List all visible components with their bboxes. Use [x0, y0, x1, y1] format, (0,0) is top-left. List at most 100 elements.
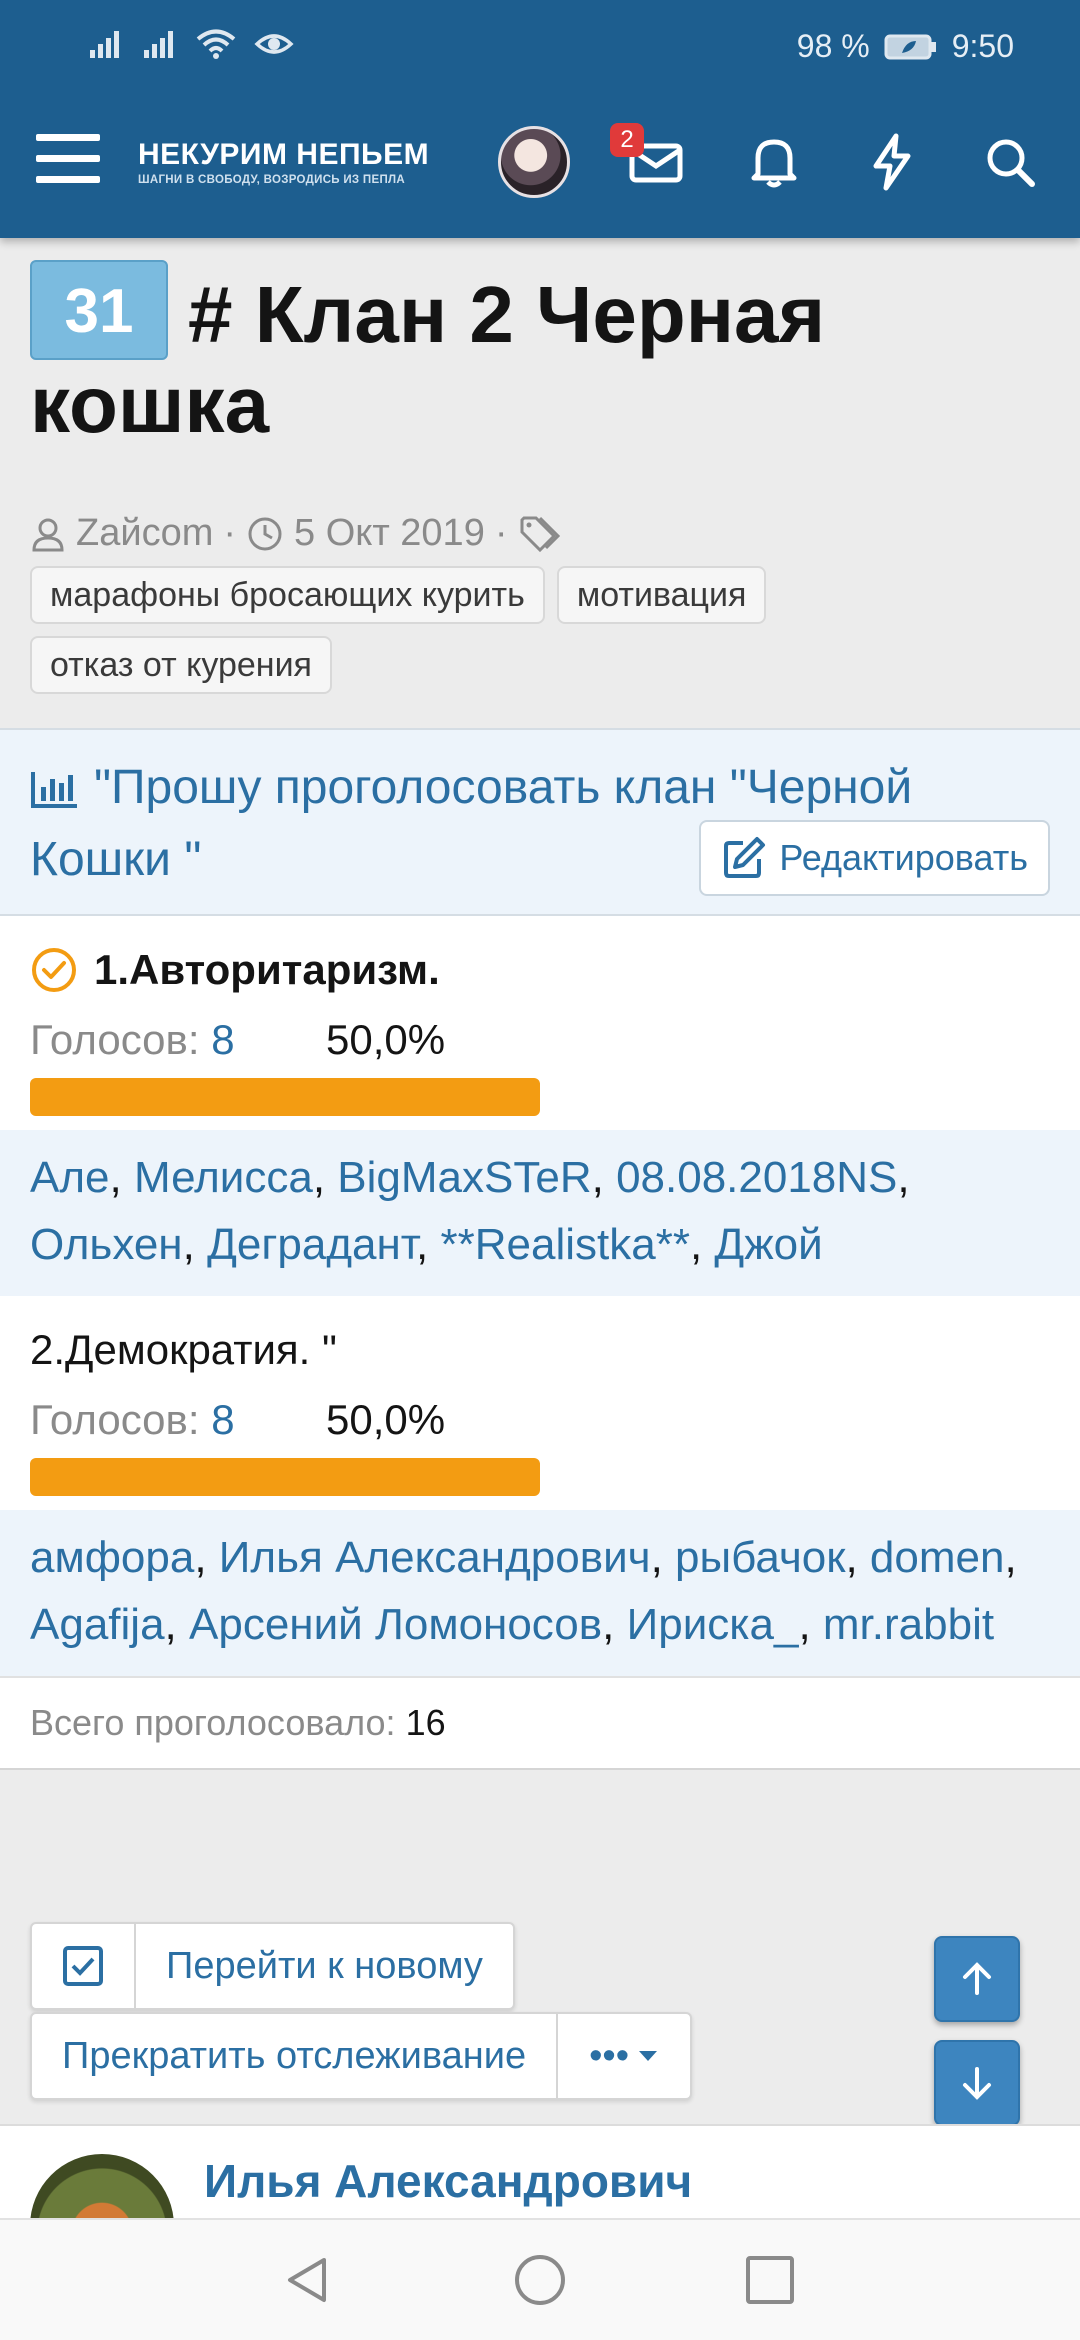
- tag-item[interactable]: марафоны бросающих курить: [30, 566, 545, 624]
- voter-link[interactable]: Мелисса: [134, 1153, 313, 1202]
- edit-poll-button[interactable]: Редактировать: [699, 820, 1050, 896]
- signal-icon: [90, 31, 119, 58]
- voter-link[interactable]: BigMaxSTeR: [337, 1153, 591, 1202]
- vote-bar: [30, 1458, 540, 1496]
- clock-icon: [248, 517, 282, 550]
- status-icons-right: 98 % 9:50: [797, 28, 1014, 65]
- voter-separator: ,: [897, 1153, 910, 1202]
- thread-actions-row2: Прекратить отслеживание •••: [30, 2012, 693, 2100]
- bell-icon[interactable]: [742, 130, 806, 194]
- thread-header: 31 # Клан 2 Черная кошка: [30, 260, 1050, 450]
- go-to-new-button[interactable]: Перейти к новому: [136, 1924, 513, 2008]
- menu-icon[interactable]: [36, 134, 100, 190]
- arrow-down-icon: [963, 2067, 991, 2100]
- unwatch-button[interactable]: Прекратить отслеживание: [32, 2014, 556, 2098]
- scroll-up-button[interactable]: [934, 1936, 1020, 2022]
- edit-icon: [724, 837, 766, 878]
- poll-option-label: 2.Демократия. ": [30, 1326, 337, 1374]
- thread-actions-row1: Перейти к новому: [30, 1922, 515, 2010]
- edit-poll-label: Редактировать: [779, 837, 1028, 878]
- vote-count-link[interactable]: 8: [211, 1016, 234, 1063]
- poll-option-text: 2.Демократия. ": [30, 1326, 337, 1373]
- thread-author[interactable]: Zaйcom: [76, 512, 213, 555]
- voter-link[interactable]: Джой: [714, 1220, 822, 1269]
- voter-link[interactable]: Ириска_: [627, 1600, 799, 1649]
- reply-count-badge: 31: [30, 260, 168, 360]
- poll-option-text: 1.Авторитаризм.: [94, 946, 440, 993]
- caret-down-icon: [639, 2051, 658, 2061]
- tag-list: марафоны бросающих курить мотивация отка…: [30, 566, 1050, 694]
- voter-separator: ,: [650, 1533, 676, 1582]
- thread-title: 31 # Клан 2 Черная кошка: [30, 260, 1050, 450]
- voter-link[interactable]: domen: [870, 1533, 1005, 1582]
- lightning-icon[interactable]: [860, 130, 924, 194]
- select-checkbox[interactable]: [32, 1924, 136, 2008]
- poll-total: Всего проголосовало: 16: [0, 1676, 1080, 1770]
- user-icon: [32, 518, 64, 551]
- voter-link[interactable]: Agafija: [30, 1600, 165, 1649]
- status-icons-left: [88, 28, 294, 60]
- home-icon[interactable]: [512, 2252, 568, 2308]
- post-author-name[interactable]: Илья Александрович: [204, 2154, 692, 2208]
- poll-total-count: 16: [405, 1702, 446, 1743]
- tag-item[interactable]: отказ от курения: [30, 636, 332, 694]
- voter-separator: ,: [109, 1153, 134, 1202]
- recents-icon[interactable]: [742, 2252, 798, 2308]
- poll-option-label: 1.Авторитаризм.: [30, 946, 440, 994]
- voter-separator: ,: [591, 1153, 617, 1202]
- voter-separator: ,: [182, 1220, 208, 1269]
- system-nav-bar: [0, 2218, 1080, 2340]
- eye-icon: [254, 34, 294, 54]
- vote-count-link[interactable]: 8: [211, 1396, 234, 1443]
- voter-separator: ,: [194, 1533, 219, 1582]
- vote-count: Голосов: 8: [30, 1396, 235, 1443]
- app-header: 98 % 9:50 НЕКУРИМ НЕПЬЕМ ШАГНИ В СВОБОДУ…: [0, 0, 1080, 238]
- meta-separator: ·: [494, 512, 508, 554]
- bar-chart-icon: [31, 772, 77, 808]
- voter-link[interactable]: амфора: [30, 1533, 194, 1582]
- vote-percent: 50,0%: [326, 1016, 446, 1063]
- arrow-up-icon: [963, 1962, 991, 1995]
- voter-link[interactable]: Илья Александрович: [219, 1533, 651, 1582]
- voter-link[interactable]: 08.08.2018NS: [616, 1153, 897, 1202]
- poll-block: "Прошу проголосовать клан "Черной Кошки …: [0, 728, 1080, 1770]
- scroll-down-button[interactable]: [934, 2040, 1020, 2126]
- vote-bar: [30, 1078, 540, 1116]
- back-icon[interactable]: [280, 2252, 336, 2308]
- search-icon[interactable]: [978, 130, 1042, 194]
- thread-date[interactable]: 5 Окт 2019: [294, 512, 485, 555]
- messages-badge: 2: [610, 123, 644, 157]
- status-bar: 98 % 9:50: [0, 22, 1080, 72]
- user-avatar[interactable]: [498, 126, 570, 198]
- voter-separator: ,: [689, 1220, 715, 1269]
- signal-icon: [144, 31, 173, 58]
- tag-item[interactable]: мотивация: [556, 566, 767, 624]
- voter-link[interactable]: Деградант: [207, 1220, 416, 1269]
- voter-link[interactable]: Ольхен: [30, 1220, 183, 1269]
- voter-link[interactable]: Арсений Ломоносов: [189, 1600, 602, 1649]
- voter-link[interactable]: **Realistka**: [441, 1220, 690, 1269]
- logo-tagline: ШАГНИ В СВОБОДУ, ВОЗРОДИСЬ ИЗ ПЕПЛА: [138, 174, 405, 186]
- wifi-icon: [196, 29, 236, 59]
- battery-percent: 98 %: [796, 28, 870, 64]
- battery-icon: [884, 34, 936, 59]
- checkbox-icon: [63, 1946, 103, 1986]
- clock: 9:50: [951, 28, 1014, 64]
- voter-separator: ,: [798, 1600, 823, 1649]
- tags-icon[interactable]: [518, 514, 568, 554]
- voter-separator: ,: [602, 1600, 627, 1649]
- site-logo[interactable]: НЕКУРИМ НЕПЬЕМ ШАГНИ В СВОБОДУ, ВОЗРОДИС…: [138, 138, 429, 186]
- check-circle-icon: [32, 948, 76, 992]
- vote-count: Голосов: 8: [30, 1016, 235, 1063]
- poll-option: 1.Авторитаризм. Голосов: 8 50,0%: [0, 916, 1080, 1130]
- meta-separator: ·: [223, 512, 237, 554]
- voter-link[interactable]: mr.rabbit: [823, 1600, 994, 1649]
- vote-percent: 50,0%: [326, 1396, 446, 1443]
- voter-separator: ,: [845, 1533, 870, 1582]
- voter-link[interactable]: Але: [30, 1153, 110, 1202]
- voter-separator: ,: [312, 1153, 338, 1202]
- voter-separator: ,: [416, 1220, 441, 1269]
- voter-link[interactable]: рыбачок: [675, 1533, 845, 1582]
- more-options-button[interactable]: •••: [556, 2014, 690, 2098]
- more-dots: •••: [589, 2034, 630, 2077]
